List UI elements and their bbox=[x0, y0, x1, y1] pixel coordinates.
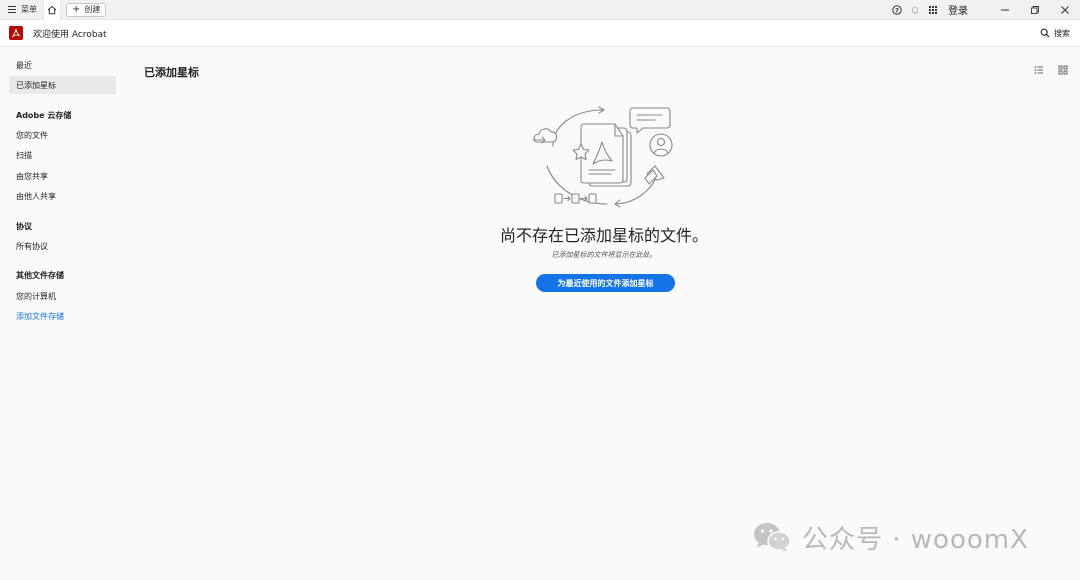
login-button[interactable]: 登录 bbox=[948, 2, 968, 17]
help-icon: ? bbox=[892, 4, 902, 15]
wechat-icon bbox=[754, 523, 791, 552]
sidebar-item-all-agreements[interactable]: 所有协议 bbox=[9, 237, 116, 255]
minimize-icon bbox=[1001, 9, 1009, 10]
home-icon bbox=[47, 5, 57, 14]
menu-button[interactable]: 菜单 bbox=[0, 0, 43, 20]
main-content: 已添加星标 尚不存在已添加星标的文件。 已添加星标的文件将显示在此处。 为最近使… bbox=[128, 48, 1080, 580]
sidebar-item-shared-by-you[interactable]: 由您共享 bbox=[9, 167, 116, 185]
menu-label: 菜单 bbox=[21, 5, 37, 14]
sidebar-heading-adobe-cloud: Adobe 云存储 bbox=[16, 111, 72, 120]
view-toggle bbox=[1034, 65, 1068, 75]
plus-icon: + bbox=[72, 3, 81, 15]
create-label: 创建 bbox=[84, 5, 101, 14]
page-title: 已添加星标 bbox=[144, 66, 199, 79]
titlebar-right: ? 登录 bbox=[888, 0, 1080, 20]
sidebar-item-scan[interactable]: 扫描 bbox=[9, 146, 116, 164]
restore-button[interactable] bbox=[1020, 0, 1050, 20]
acrobat-logo-icon bbox=[9, 26, 23, 40]
app-header: 欢迎使用 Acrobat 搜索 bbox=[0, 20, 1080, 47]
watermark: 公众号 · wooomX bbox=[752, 520, 1029, 555]
minimize-button[interactable] bbox=[990, 0, 1020, 20]
create-button[interactable]: + 创建 bbox=[66, 2, 107, 17]
sidebar-add-storage-link[interactable]: 添加文件存储 bbox=[9, 307, 116, 325]
close-icon bbox=[1061, 5, 1069, 14]
search-button[interactable]: 搜索 bbox=[1040, 28, 1070, 39]
empty-state-title: 尚不存在已添加星标的文件。 bbox=[499, 226, 708, 245]
help-button[interactable]: ? bbox=[888, 0, 906, 20]
list-view-icon[interactable] bbox=[1034, 65, 1044, 75]
sidebar: 最近 已添加星标 Adobe 云存储 您的文件 扫描 由您共享 由他人共享 协议… bbox=[0, 48, 128, 580]
notifications-button[interactable] bbox=[906, 0, 924, 20]
title-bar: 菜单 + 创建 ? 登录 bbox=[0, 0, 1080, 20]
empty-state-subtitle: 已添加星标的文件将显示在此处。 bbox=[551, 251, 657, 259]
empty-state-illustration bbox=[532, 106, 673, 208]
sidebar-item-your-computer[interactable]: 您的计算机 bbox=[9, 287, 116, 305]
apps-button[interactable] bbox=[924, 0, 942, 20]
sidebar-heading-agreements: 协议 bbox=[16, 222, 32, 231]
close-button[interactable] bbox=[1050, 0, 1080, 20]
svg-text:?: ? bbox=[895, 6, 899, 14]
star-recent-files-button[interactable]: 为最近使用的文件添加星标 bbox=[536, 274, 675, 292]
menu-icon bbox=[8, 6, 16, 13]
app-title: 欢迎使用 Acrobat bbox=[33, 29, 107, 40]
sidebar-item-your-files[interactable]: 您的文件 bbox=[9, 126, 116, 144]
sidebar-item-starred[interactable]: 已添加星标 bbox=[9, 76, 116, 94]
grid-view-icon[interactable] bbox=[1058, 65, 1068, 75]
search-label: 搜索 bbox=[1054, 28, 1070, 38]
bell-icon bbox=[911, 6, 919, 14]
home-tab[interactable] bbox=[43, 0, 61, 20]
sidebar-item-shared-by-others[interactable]: 由他人共享 bbox=[9, 187, 116, 205]
sidebar-item-recent[interactable]: 最近 bbox=[9, 56, 116, 74]
restore-icon bbox=[1031, 5, 1039, 14]
apps-grid-icon bbox=[929, 5, 937, 14]
watermark-text: 公众号 · wooomX bbox=[802, 524, 1029, 555]
search-icon bbox=[1040, 28, 1050, 38]
sidebar-heading-other-storage: 其他文件存储 bbox=[16, 271, 64, 280]
